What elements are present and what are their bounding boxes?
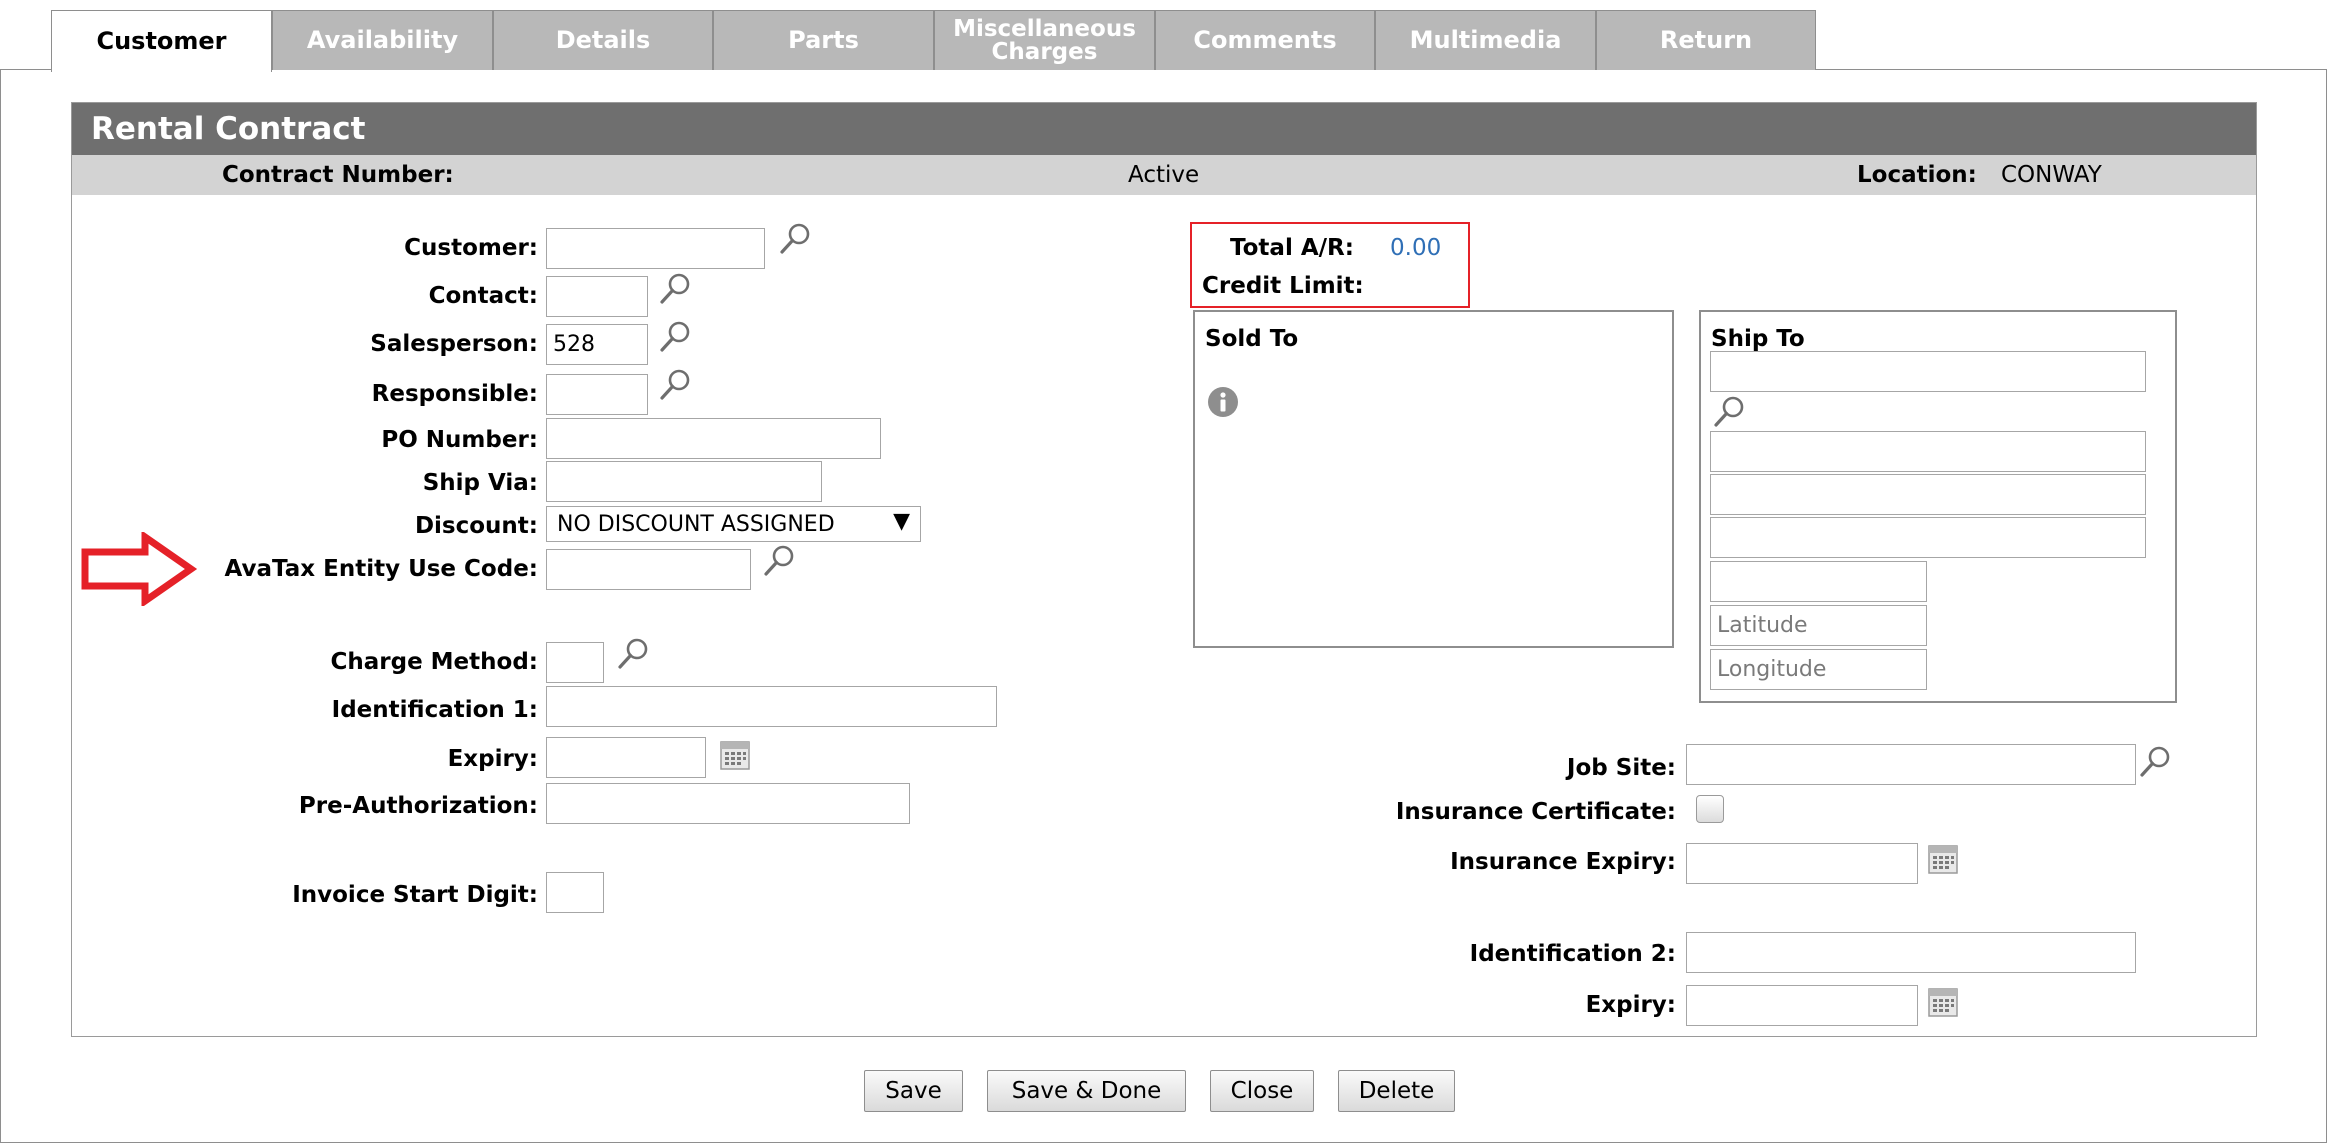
charge-method-input[interactable] <box>546 642 604 683</box>
red-arrow-annotation-icon <box>81 532 198 606</box>
sold-to-box: Sold To <box>1193 310 1674 648</box>
responsible-lookup-icon[interactable] <box>658 367 692 403</box>
expiry-2-label: Expiry: <box>1585 992 1676 1018</box>
ship-to-address-2-input[interactable] <box>1710 474 2146 515</box>
tab-details[interactable]: Details <box>493 10 713 70</box>
dropdown-arrow-icon: ▼ <box>893 509 910 534</box>
expiry-2-input[interactable] <box>1686 985 1918 1026</box>
tab-comments[interactable]: Comments <box>1155 10 1375 70</box>
insurance-expiry-label: Insurance Expiry: <box>1450 849 1676 875</box>
location-label: Location: <box>1857 162 1977 188</box>
invoice-start-digit-input[interactable] <box>546 872 604 913</box>
avatax-entity-use-code-input[interactable] <box>546 549 751 590</box>
responsible-label: Responsible: <box>371 381 538 407</box>
salesperson-label: Salesperson: <box>370 331 538 357</box>
po-number-label: PO Number: <box>381 427 538 453</box>
avatax-entity-use-code-label: AvaTax Entity Use Code: <box>224 556 538 582</box>
ship-via-label: Ship Via: <box>422 470 538 496</box>
panel-title: Rental Contract <box>72 103 2256 155</box>
tab-return[interactable]: Return <box>1596 10 1816 70</box>
close-button[interactable]: Close <box>1210 1070 1314 1112</box>
insurance-certificate-label: Insurance Certificate: <box>1395 799 1676 825</box>
job-site-label: Job Site: <box>1566 755 1676 781</box>
ship-to-name-input[interactable] <box>1710 351 2146 392</box>
customer-label: Customer: <box>404 235 538 261</box>
ship-to-address-1-input[interactable] <box>1710 431 2146 472</box>
tab-label-line2: Charges <box>991 38 1098 65</box>
tab-availability[interactable]: Availability <box>272 10 493 70</box>
credit-summary-highlight: Total A/R: 0.00 Credit Limit: <box>1190 222 1470 308</box>
identification-1-label: Identification 1: <box>331 697 538 723</box>
pre-authorization-input[interactable] <box>546 783 910 824</box>
identification-2-input[interactable] <box>1686 932 2136 973</box>
ship-via-input[interactable] <box>546 461 822 502</box>
discount-select[interactable]: NO DISCOUNT ASSIGNED ▼ <box>546 506 921 542</box>
customer-input[interactable] <box>546 228 765 269</box>
ship-to-title: Ship To <box>1711 326 1805 352</box>
invoice-start-digit-label: Invoice Start Digit: <box>292 882 538 908</box>
contract-info-bar: Contract Number: Active Location: CONWAY <box>72 155 2256 195</box>
insurance-expiry-calendar-icon[interactable] <box>1927 843 1959 875</box>
avatax-lookup-icon[interactable] <box>762 543 796 579</box>
pre-authorization-label: Pre-Authorization: <box>298 793 538 819</box>
tab-parts[interactable]: Parts <box>713 10 934 70</box>
ship-to-address-3-input[interactable] <box>1710 517 2146 558</box>
ship-to-lookup-icon[interactable] <box>1712 394 1746 430</box>
expiry-1-input[interactable] <box>546 737 706 778</box>
contact-label: Contact: <box>428 283 538 309</box>
save-and-done-button[interactable]: Save & Done <box>987 1070 1186 1112</box>
ship-to-postal-input[interactable] <box>1710 561 1927 602</box>
insurance-expiry-input[interactable] <box>1686 843 1918 884</box>
total-ar-label: Total A/R: <box>1230 235 1354 261</box>
job-site-lookup-icon[interactable] <box>2138 744 2172 780</box>
expiry-1-calendar-icon[interactable] <box>719 739 751 771</box>
charge-method-label: Charge Method: <box>330 649 538 675</box>
credit-limit-label: Credit Limit: <box>1202 273 1364 299</box>
location-value: CONWAY <box>2001 162 2102 188</box>
identification-2-label: Identification 2: <box>1469 941 1676 967</box>
identification-1-input[interactable] <box>546 686 997 727</box>
insurance-certificate-checkbox[interactable] <box>1696 795 1724 823</box>
discount-selected-value: NO DISCOUNT ASSIGNED <box>557 511 835 537</box>
job-site-input[interactable] <box>1686 744 2136 785</box>
tab-customer[interactable]: Customer <box>51 10 272 72</box>
discount-label: Discount: <box>414 513 538 539</box>
latitude-input[interactable] <box>1710 605 1927 646</box>
save-button[interactable]: Save <box>864 1070 963 1112</box>
customer-lookup-icon[interactable] <box>778 221 812 257</box>
salesperson-lookup-icon[interactable] <box>658 319 692 355</box>
contract-number-label: Contract Number: <box>222 162 454 188</box>
contact-lookup-icon[interactable] <box>658 271 692 307</box>
expiry-1-label: Expiry: <box>447 746 538 772</box>
delete-button[interactable]: Delete <box>1338 1070 1455 1112</box>
po-number-input[interactable] <box>546 418 881 459</box>
info-icon[interactable] <box>1207 386 1239 418</box>
charge-method-lookup-icon[interactable] <box>616 636 650 672</box>
contract-status: Active <box>1128 162 1200 188</box>
salesperson-input[interactable] <box>546 324 648 365</box>
expiry-2-calendar-icon[interactable] <box>1927 986 1959 1018</box>
contact-input[interactable] <box>546 276 648 317</box>
tab-miscellaneous-charges[interactable]: Miscellaneous Charges <box>934 10 1155 70</box>
longitude-input[interactable] <box>1710 649 1927 690</box>
responsible-input[interactable] <box>546 374 648 415</box>
tab-multimedia[interactable]: Multimedia <box>1375 10 1596 70</box>
sold-to-title: Sold To <box>1205 326 1299 352</box>
total-ar-value: 0.00 <box>1390 235 1442 261</box>
